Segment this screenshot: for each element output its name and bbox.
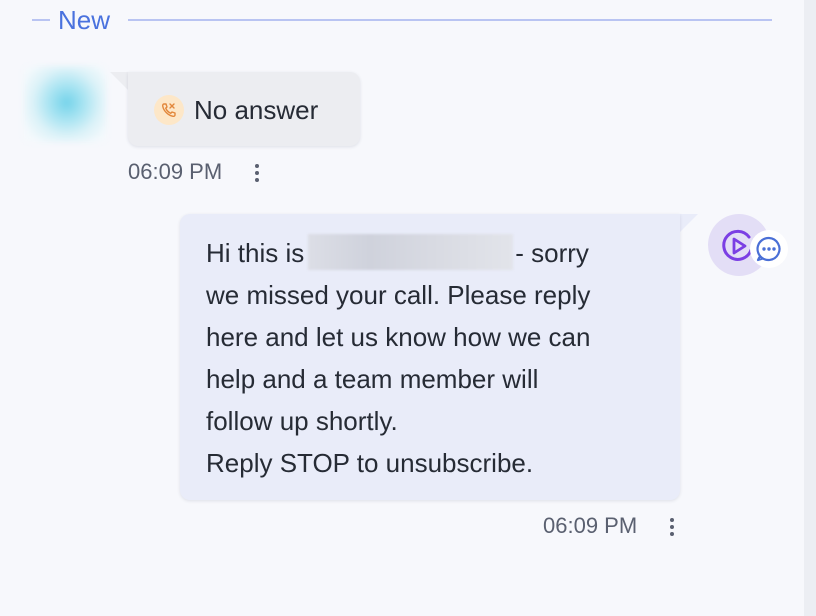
incoming-timestamp: 06:09 PM <box>128 159 223 184</box>
message-line: Hi this is - sorry <box>206 232 666 274</box>
contact-avatar[interactable] <box>24 66 106 142</box>
message-line: follow up shortly. <box>206 406 398 436</box>
incoming-bubble-tail <box>110 72 128 90</box>
missed-call-icon <box>154 95 184 125</box>
new-messages-divider: New <box>32 6 772 34</box>
incoming-message-text: No answer <box>194 95 319 125</box>
incoming-message-meta: 06:09 PM <box>128 158 268 186</box>
divider-line-left <box>32 19 50 21</box>
message-greeting-end: - sorry <box>515 238 589 268</box>
outgoing-more-icon[interactable] <box>670 518 674 536</box>
message-greeting: Hi this is <box>206 238 305 268</box>
outgoing-timestamp: 06:09 PM <box>543 513 638 538</box>
message-line: Reply STOP to unsubscribe. <box>206 448 534 478</box>
divider-label: New <box>58 5 111 35</box>
incoming-more-icon[interactable] <box>255 164 259 182</box>
divider-line-right <box>128 19 772 21</box>
message-line: help and a team member will <box>206 364 539 394</box>
outgoing-message-text: Hi this is - sorry we missed your call. P… <box>206 232 666 484</box>
incoming-message-bubble: No answer <box>128 72 360 146</box>
sms-channel-badge <box>750 230 788 268</box>
message-line: here and let us know how we can <box>206 322 591 352</box>
message-line: we missed your call. Please reply <box>206 280 591 310</box>
outgoing-bubble-tail <box>680 214 698 232</box>
outgoing-message-bubble: Hi this is - sorry we missed your call. P… <box>180 214 680 500</box>
scrollbar-track[interactable] <box>804 0 816 616</box>
chat-bubble-icon <box>756 236 781 262</box>
redacted-name <box>308 234 514 270</box>
outgoing-message-meta: 06:09 PM <box>543 512 683 540</box>
